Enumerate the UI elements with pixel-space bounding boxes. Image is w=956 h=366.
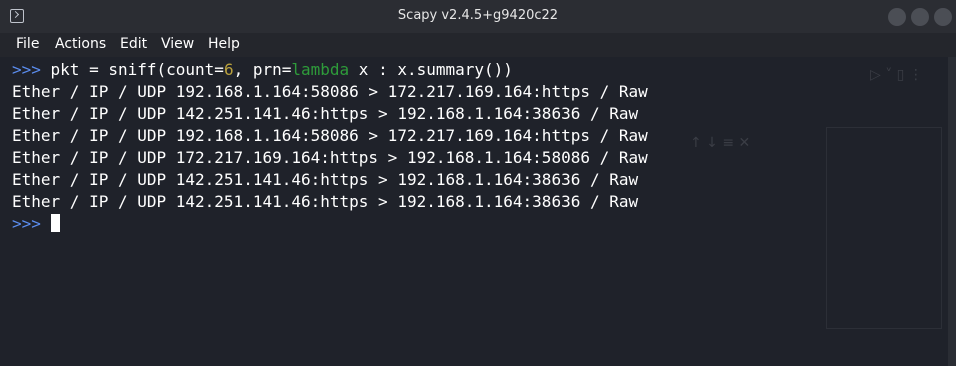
scrollbar[interactable]	[948, 57, 956, 366]
prompt: >>>	[12, 60, 41, 79]
minimize-button[interactable]	[888, 8, 906, 26]
terminal-window: Scapy v2.4.5+g9420c22 File Actions Edit …	[0, 0, 956, 366]
command-text-3: x : x.summary())	[349, 60, 513, 79]
title-bar: Scapy v2.4.5+g9420c22	[0, 0, 956, 33]
toolbar-icons: ↑ ↓ ≡ ✕	[690, 135, 751, 151]
command-text-2: , prn=	[233, 60, 292, 79]
command-number: 6	[223, 60, 234, 79]
output-line: Ether / IP / UDP 142.251.141.46:https > …	[12, 170, 639, 189]
menu-help[interactable]: Help	[208, 36, 240, 52]
terminal-output-area[interactable]: ▷ ˅ ▯ ⋮ ↑ ↓ ≡ ✕ >>> pkt = sniff(count=6,…	[0, 57, 948, 366]
play-icon: ▷ ˅ ▯ ⋮	[870, 67, 923, 83]
output-line: Ether / IP / UDP 142.251.141.46:https > …	[12, 192, 639, 211]
menu-file[interactable]: File	[16, 36, 39, 52]
text-cursor	[50, 214, 60, 232]
menu-bar: File Actions Edit View Help	[0, 33, 956, 57]
menu-view[interactable]: View	[161, 36, 194, 52]
command-keyword: lambda	[291, 60, 350, 79]
output-line: Ether / IP / UDP 172.217.169.164:https >…	[12, 148, 648, 167]
menu-actions[interactable]: Actions	[55, 36, 106, 52]
menu-edit[interactable]: Edit	[120, 36, 147, 52]
output-line: Ether / IP / UDP 192.168.1.164:58086 > 1…	[12, 82, 648, 101]
prompt: >>>	[12, 214, 41, 233]
close-button[interactable]	[934, 8, 952, 26]
output-line: Ether / IP / UDP 192.168.1.164:58086 > 1…	[12, 126, 648, 145]
input-line[interactable]: >>>	[12, 214, 60, 234]
maximize-button[interactable]	[911, 8, 929, 26]
output-line: Ether / IP / UDP 142.251.141.46:https > …	[12, 104, 639, 123]
window-title: Scapy v2.4.5+g9420c22	[397, 8, 559, 23]
command-text-1: pkt = sniff(count=	[40, 60, 224, 79]
command-line: >>> pkt = sniff(count=6, prn=lambda x : …	[12, 60, 513, 80]
ghost-panel	[826, 127, 942, 329]
